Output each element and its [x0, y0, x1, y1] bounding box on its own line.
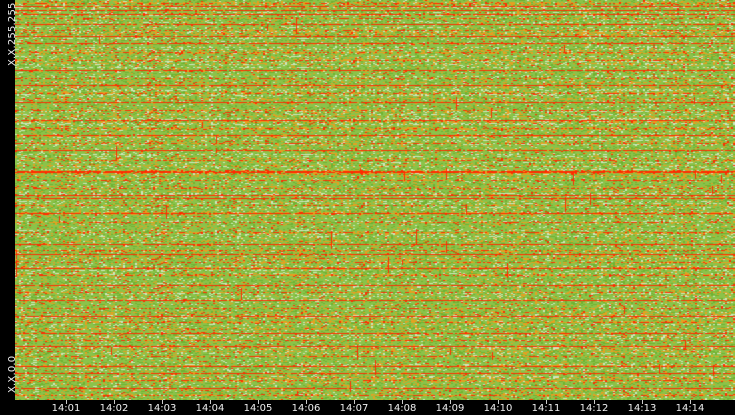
x-tick-label: 14:09	[435, 403, 465, 414]
x-tick-label: 14:11	[531, 403, 561, 414]
x-tick-label: 14:08	[387, 403, 417, 414]
x-tick-label: 14:07	[339, 403, 369, 414]
x-tick-label: 14:02	[99, 403, 129, 414]
x-tick-label: 14:03	[147, 403, 177, 414]
x-tick-label: 14:14	[675, 403, 705, 414]
x-tick-label: 14:13	[627, 403, 657, 414]
y-axis: X.X.255.255 X.X.0.0	[0, 0, 18, 400]
heatmap-canvas	[15, 0, 735, 400]
x-tick-label: 14:04	[195, 403, 225, 414]
x-tick-label: 14:01	[51, 403, 81, 414]
x-tick-label: 14:05	[243, 403, 273, 414]
x-tick-label: 14:12	[579, 403, 609, 414]
chart-frame: X.X.255.255 X.X.0.0 14:01 14:02 14:03 14:04…	[0, 0, 735, 415]
x-tick-label: 14:10	[483, 403, 513, 414]
x-tick-label: 14:06	[291, 403, 321, 414]
